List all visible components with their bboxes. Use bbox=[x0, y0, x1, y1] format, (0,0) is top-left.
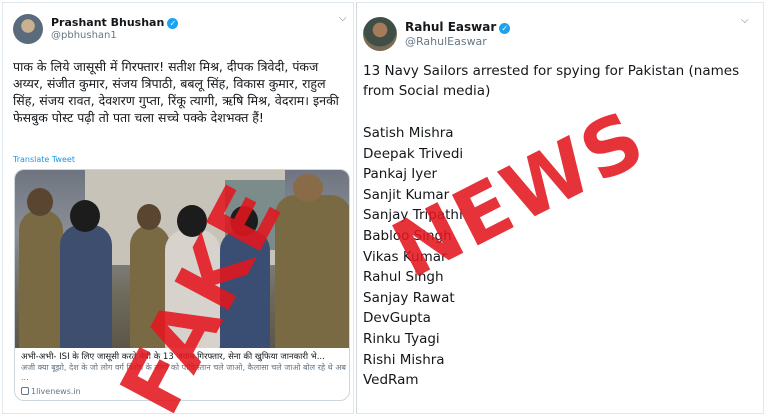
link-preview-card[interactable]: अभी-अभी- ISI के लिए जासूसी करते नेवी के … bbox=[14, 169, 350, 401]
card-title: अभी-अभी- ISI के लिए जासूसी करते नेवी के … bbox=[21, 352, 325, 362]
chevron-down-icon[interactable]: ⌵ bbox=[339, 13, 347, 24]
author-name-text: Rahul Easwar bbox=[405, 20, 497, 34]
name-list-item: VedRam bbox=[363, 372, 419, 389]
name-list-item: Sanjay Tripathi bbox=[363, 207, 463, 224]
name-list-item: Vikas Kumar bbox=[363, 248, 447, 265]
card-domain: 1livenews.in bbox=[21, 387, 81, 396]
name-list-item: Sanjit Kumar bbox=[363, 186, 450, 203]
card-photo bbox=[15, 170, 349, 348]
author-name[interactable]: Rahul Easwar ✓ bbox=[405, 20, 511, 34]
author-handle[interactable]: @RahulEaswar bbox=[405, 35, 487, 48]
name-list-item: Pankaj Iyer bbox=[363, 166, 438, 183]
card-domain-text: 1livenews.in bbox=[31, 387, 81, 396]
translate-tweet-link[interactable]: Translate Tweet bbox=[13, 155, 75, 164]
tweet-prashant-bhushan[interactable]: Prashant Bhushan ✓ @pbhushan1 ⌵ पाक के लि… bbox=[2, 2, 354, 414]
tweet-text: 13 Navy Sailors arrested for spying for … bbox=[363, 63, 740, 99]
link-icon bbox=[21, 387, 29, 395]
name-list-item: Rishi Mishra bbox=[363, 351, 445, 368]
name-list-item: Satish Mishra bbox=[363, 125, 454, 141]
author-handle[interactable]: @pbhushan1 bbox=[51, 30, 117, 41]
verified-badge-icon: ✓ bbox=[167, 18, 179, 29]
chevron-down-icon[interactable]: ⌵ bbox=[741, 15, 749, 26]
name-list-item: Deepak Trivedi bbox=[363, 145, 464, 162]
author-name[interactable]: Prashant Bhushan ✓ bbox=[51, 16, 179, 29]
verified-badge-icon: ✓ bbox=[499, 23, 511, 34]
name-list-item: Rahul Singh bbox=[363, 269, 444, 286]
avatar[interactable] bbox=[13, 14, 43, 44]
name-list-item: Rinku Tyagi bbox=[363, 330, 440, 347]
name-list-item: DevGupta bbox=[363, 310, 431, 327]
card-description: अजी क्या बूझो, देश के जो लोग वर्ग विशेष … bbox=[21, 363, 346, 382]
names-list: Satish Mishra Deepak Trivedi Pankaj Iyer Sa… bbox=[363, 123, 753, 391]
tweet-rahul-easwar[interactable]: Rahul Easwar ✓ @RahulEaswar ⌵ 13 Navy Sai… bbox=[356, 2, 764, 414]
avatar[interactable] bbox=[363, 17, 397, 51]
name-list-item: Babloo Singh bbox=[363, 227, 452, 244]
author-name-text: Prashant Bhushan bbox=[51, 16, 165, 29]
tweet-text: पाक के लिये जासूसी में गिरफ्तार! सतीश मि… bbox=[13, 59, 339, 125]
name-list-item: Sanjay Rawat bbox=[363, 289, 455, 306]
